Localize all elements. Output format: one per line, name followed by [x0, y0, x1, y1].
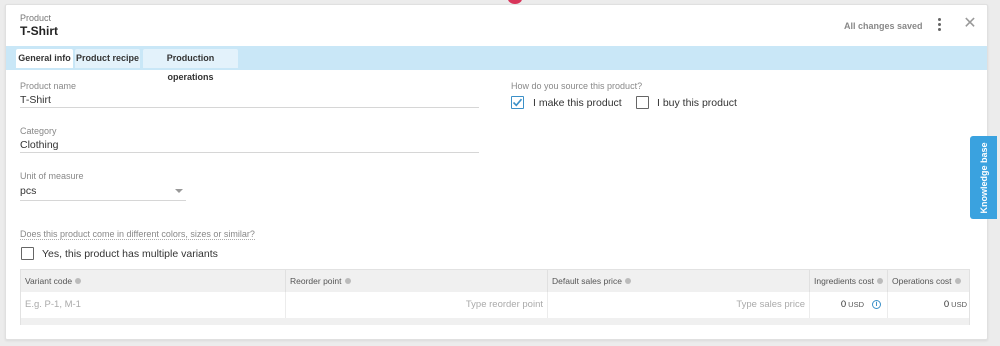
category-label: Category	[20, 126, 57, 136]
info-icon[interactable]	[877, 277, 884, 284]
chevron-down-icon[interactable]	[175, 189, 183, 193]
info-icon[interactable]	[344, 277, 351, 284]
table-header: Variant code Reorder point Default sales…	[21, 270, 969, 292]
column-variant-code: Variant code	[21, 270, 286, 292]
knowledge-base-tab[interactable]: Knowledge base	[970, 136, 997, 219]
operations-cost-cell: 0 USD	[943, 299, 967, 310]
column-default-sales-price: Default sales price	[548, 270, 810, 292]
buy-product-label: I buy this product	[657, 97, 737, 109]
product-card: Product T-Shirt All changes saved ✕ Gene…	[5, 4, 988, 340]
product-name-underline	[20, 107, 479, 108]
uom-label: Unit of measure	[20, 171, 84, 181]
category-underline	[20, 152, 479, 153]
make-product-label: I make this product	[533, 97, 622, 109]
variants-checkbox[interactable]	[21, 247, 34, 260]
uom-underline	[20, 200, 186, 201]
table-row: E.g. P-1, M-1 Type reorder point Type sa…	[21, 292, 969, 318]
tab-production-operations[interactable]: Production operations	[143, 49, 238, 82]
info-icon[interactable]	[624, 277, 631, 284]
variants-label: Yes, this product has multiple variants	[42, 248, 218, 260]
info-icon[interactable]	[75, 277, 82, 284]
uom-select[interactable]: pcs	[20, 185, 36, 197]
sales-price-input[interactable]: Type sales price	[548, 292, 810, 318]
header-subtitle: Product	[20, 13, 52, 23]
column-ingredients-cost: Ingredients cost	[810, 270, 888, 292]
column-reorder-point: Reorder point	[286, 270, 548, 292]
table-footer	[21, 318, 969, 325]
save-status: All changes saved	[844, 21, 923, 31]
product-name-input[interactable]: T-Shirt	[20, 94, 51, 106]
source-question-label: How do you source this product?	[511, 81, 643, 91]
column-operations-cost: Operations cost	[888, 270, 971, 292]
product-name-label: Product name	[20, 81, 77, 91]
ingredients-cost-cell: 0 USD i	[810, 292, 888, 318]
card-header: Product T-Shirt All changes saved ✕	[6, 5, 987, 46]
tab-bar: General info Product recipe Production o…	[6, 46, 987, 82]
knowledge-base-label: Knowledge base	[978, 141, 989, 214]
make-product-checkbox[interactable]	[511, 96, 524, 109]
category-input[interactable]: Clothing	[20, 139, 59, 151]
info-icon[interactable]	[954, 277, 961, 284]
tab-general-info[interactable]: General info	[16, 49, 73, 68]
buy-product-checkbox[interactable]	[636, 96, 649, 109]
more-options-icon[interactable]	[936, 18, 942, 32]
reorder-point-input[interactable]: Type reorder point	[286, 292, 548, 318]
info-circle-icon[interactable]: i	[872, 299, 881, 309]
close-icon[interactable]: ✕	[963, 16, 977, 32]
variants-table: Variant code Reorder point Default sales…	[20, 269, 970, 325]
variant-code-input[interactable]: E.g. P-1, M-1	[21, 292, 286, 318]
checkmark-icon	[512, 98, 523, 107]
tab-product-recipe[interactable]: Product recipe	[75, 49, 140, 68]
page-title: T-Shirt	[20, 24, 58, 38]
variants-question-label[interactable]: Does this product come in different colo…	[20, 229, 255, 240]
